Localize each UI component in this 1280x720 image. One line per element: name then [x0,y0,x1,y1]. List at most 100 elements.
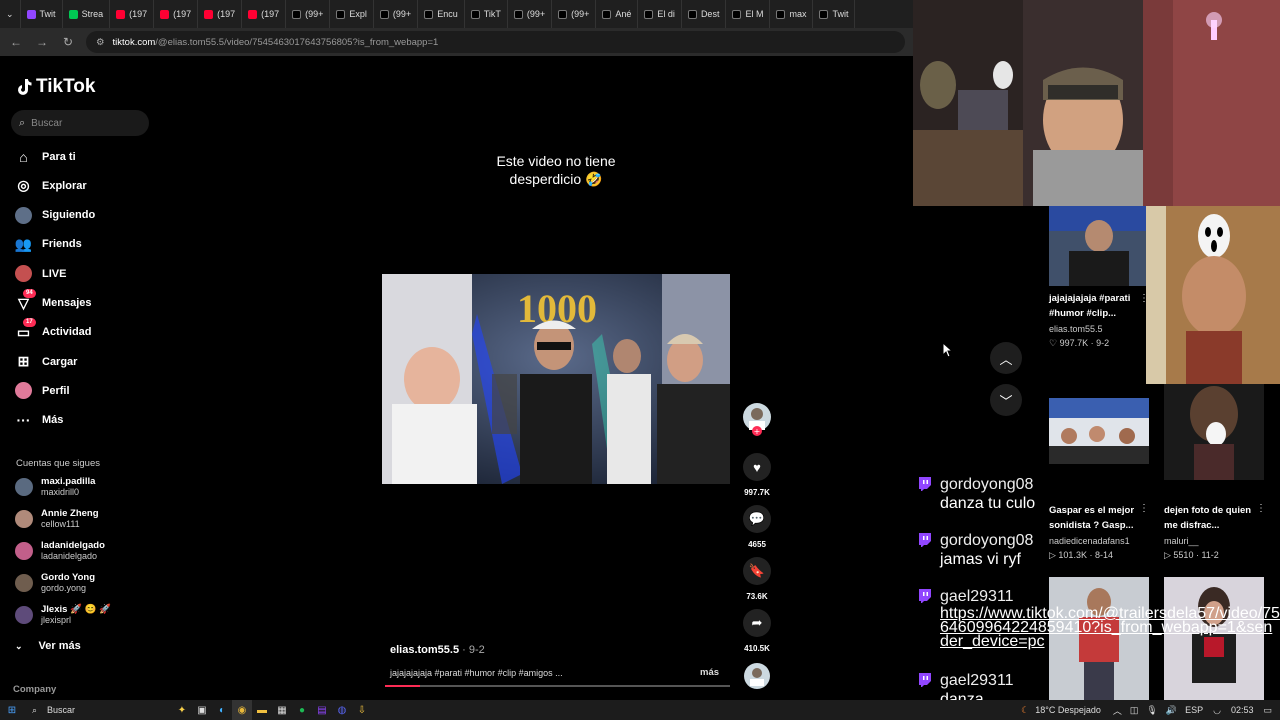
nav-item-para-ti[interactable]: ⌂ Para ti [15,148,75,165]
like-button[interactable]: ♥ 997.7K [742,453,772,497]
browser-tab[interactable]: Ané [596,0,639,28]
language-indicator[interactable]: ESP [1185,705,1203,715]
nav-item-friends[interactable]: 👥 Friends [15,236,82,253]
following-account[interactable]: Gordo Yong gordo.yong [15,572,95,594]
browser-tab[interactable]: (99+ [286,0,331,28]
browser-tab[interactable]: TikT [465,0,508,28]
recommendation-thumb-2[interactable] [1146,206,1280,384]
copilot-icon[interactable]: ✦ [172,700,192,720]
following-account[interactable]: Jlexis 🚀 😊 🚀 jlexisprl [15,604,111,626]
following-account[interactable]: Annie Zheng cellow111 [15,508,99,530]
browser-tab[interactable]: El M [726,0,771,28]
share-button[interactable]: ➦ 410.5K [742,609,772,653]
site-info-icon[interactable]: ⚙ [96,37,105,48]
file-explorer-icon[interactable]: ▬ [252,700,272,720]
obs-icon[interactable]: ⇩ [352,700,372,720]
video-author[interactable]: elias.tom55.5 · 9-2 [390,644,485,656]
store-icon[interactable]: ▦ [272,700,292,720]
tab-favicon-icon [68,9,78,19]
account-username: cellow111 [41,519,80,529]
recommendation-thumb-3[interactable] [1049,398,1149,464]
more-options-icon[interactable]: ⋮ [1139,293,1149,304]
following-account[interactable]: ladanidelgado ladanidelgado [15,540,105,562]
browser-tab[interactable]: (99+ [508,0,553,28]
browser-tab[interactable]: Dest [682,0,727,28]
nav-item-mensajes[interactable]: ▽ 94 Mensajes [15,288,92,312]
tab-list-chevron-icon[interactable]: ⌄ [0,0,21,28]
discord-icon[interactable]: ◍ [332,700,352,720]
twitch-icon [919,673,931,687]
windows-start-icon[interactable]: ⊞ [2,700,22,720]
logo-text: TikTok [36,76,96,97]
tray-chevron-icon[interactable]: ︿ [1113,704,1122,717]
tab-favicon-icon [732,9,742,19]
wifi-icon[interactable]: ◡ [1213,705,1221,716]
tab-label: max [789,9,807,19]
browser-tab[interactable]: (197 [154,0,199,28]
browser-tab[interactable]: Strea [63,0,111,28]
forward-icon[interactable]: → [34,35,50,49]
nav-item-cargar[interactable]: ⊞ Cargar [15,353,78,370]
video-player[interactable]: 1000 [382,274,730,484]
browser-tab[interactable]: (197 [242,0,287,28]
nav-item-mas[interactable]: ··· Más [15,412,64,429]
browser-tab[interactable]: Expl [330,0,374,28]
nav-item-siguiendo[interactable]: Siguiendo [15,206,95,224]
nav-item-perfil[interactable]: Perfil [15,382,70,400]
browser-tab[interactable]: max [770,0,814,28]
recommendation-user-1[interactable]: elias.tom55.5 [1049,324,1103,334]
recommendation-title-2[interactable]: Gaspar es el mejor sonidista ? Gasp... [1049,503,1149,533]
more-options-icon[interactable]: ⋮ [1256,503,1266,514]
recommendation-user-2[interactable]: nadiedicenadafans1 [1049,536,1130,546]
see-more-button[interactable]: ⌄ Ver más [15,640,81,652]
browser-tab[interactable]: Twit [21,0,63,28]
more-button[interactable]: más [700,667,719,678]
browser-tab[interactable]: (197 [110,0,155,28]
recommendation-title-1[interactable]: jajajajajaja #parati #humor #clip... [1049,291,1149,321]
notifications-icon[interactable]: ▭ [1263,705,1272,716]
app-icon-purple[interactable]: ▤ [312,700,332,720]
recommendation-thumb-1[interactable] [1049,206,1149,286]
back-icon[interactable]: ← [8,35,24,49]
taskbar-search[interactable]: ⌕ Buscar [22,705,172,716]
following-account[interactable]: maxi.padilla maxidrill0 [15,476,95,498]
spotify-icon[interactable]: ● [292,700,312,720]
notification-badge: 17 [23,317,36,327]
tiktok-logo[interactable]: TikTok [16,76,95,98]
nav-item-actividad[interactable]: ▭ 17 Actividad [15,317,92,341]
music-disc-button[interactable] [742,662,772,695]
browser-tab[interactable]: (197 [198,0,243,28]
url-field[interactable]: ⚙ tiktok.com/@elias.tom55.5/video/754546… [86,31,905,53]
network-icon[interactable]: ◫ [1130,705,1139,716]
nav-item-live[interactable]: LIVE [15,265,66,283]
creator-avatar-button[interactable]: + [742,402,772,441]
app-icon-edge[interactable]: ◐ [212,700,232,720]
video-progress-bar[interactable] [385,685,730,687]
browser-tab[interactable]: (99+ [374,0,419,28]
nav-item-explorar[interactable]: ◎ Explorar [15,177,86,194]
recommendation-thumb-4[interactable] [1164,384,1264,480]
search-input[interactable]: ⌕ Buscar [11,110,149,136]
microphone-icon[interactable]: 🎙 [1146,705,1157,716]
browser-tab[interactable]: Encu [418,0,465,28]
task-view-icon[interactable]: ▣ [192,700,212,720]
browser-tab[interactable]: (99+ [552,0,597,28]
browser-tab[interactable]: Twit [813,0,856,28]
save-button[interactable]: 🔖 73.6K [742,557,772,601]
recommendation-title-3[interactable]: dejen foto de quien me disfrac... [1164,503,1264,533]
more-options-icon[interactable]: ⋮ [1139,503,1149,514]
volume-icon[interactable]: 🔊 [1166,705,1177,716]
tab-label: El M [745,9,764,19]
weather-text[interactable]: 18°C Despejado [1035,705,1101,715]
reload-icon[interactable]: ↻ [60,35,76,49]
author-name[interactable]: elias.tom55.5 [390,644,459,656]
clock[interactable]: 02:53 [1231,705,1254,715]
chrome-icon[interactable]: ◉ [232,700,252,720]
previous-video-button[interactable]: ︿ [990,342,1022,374]
account-name: Jlexis 🚀 😊 🚀 [41,604,111,615]
browser-tab[interactable]: El di [638,0,682,28]
next-video-button[interactable]: ﹀ [990,384,1022,416]
recommendation-user-3[interactable]: maluri__ [1164,536,1199,546]
company-link[interactable]: Company [13,684,56,695]
comment-button[interactable]: 💬 4655 [742,505,772,549]
